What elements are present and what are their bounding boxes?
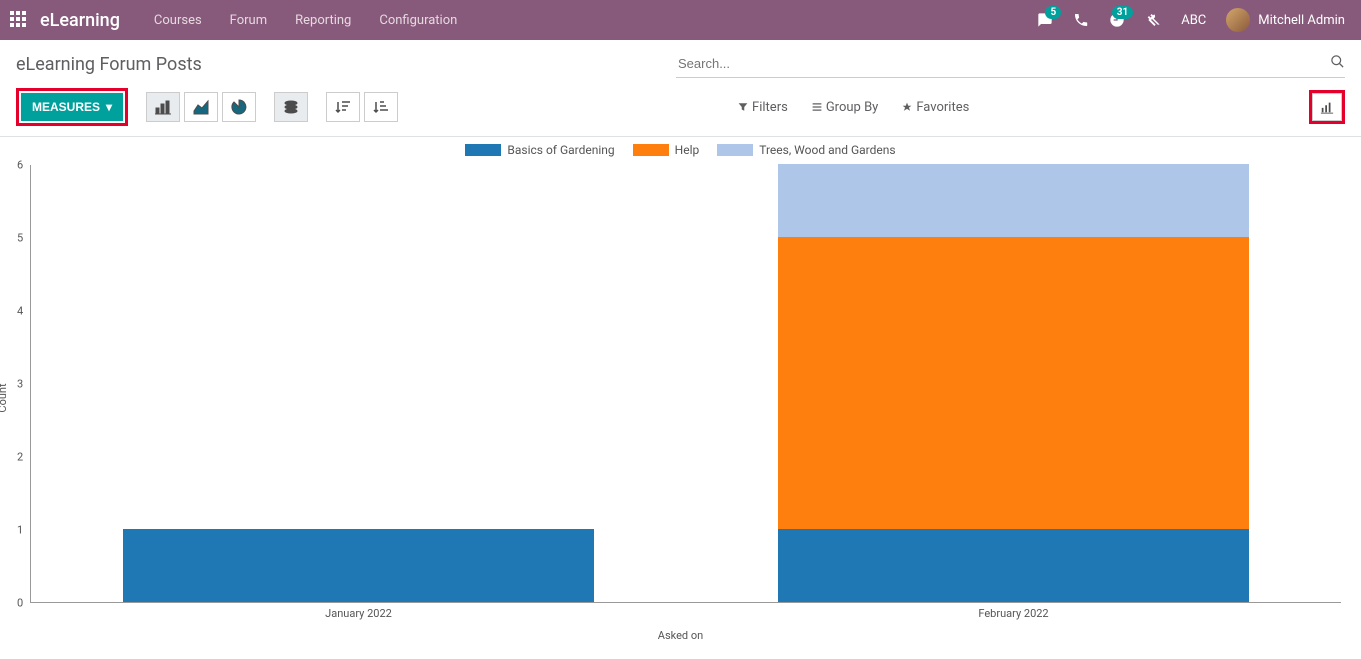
legend-item-1[interactable]: Help [633, 143, 700, 157]
bar-segment[interactable] [123, 529, 595, 602]
chart-area: Basics of Gardening Help Trees, Wood and… [0, 137, 1361, 659]
graph-view-button[interactable] [1312, 93, 1342, 121]
chat-icon[interactable]: 5 [1027, 12, 1063, 28]
phone-icon[interactable] [1063, 12, 1099, 28]
x-tick: February 2022 [978, 607, 1048, 620]
systray-text[interactable]: ABC [1171, 13, 1216, 28]
legend-label-2: Trees, Wood and Gardens [759, 143, 895, 157]
y-tick: 2 [17, 451, 23, 464]
legend-label-1: Help [675, 143, 700, 157]
favorites-button[interactable]: Favorites [902, 100, 969, 115]
groupby-label: Group By [826, 100, 879, 115]
sort-group [322, 92, 398, 122]
brand[interactable]: eLearning [40, 10, 120, 31]
legend: Basics of Gardening Help Trees, Wood and… [0, 143, 1361, 157]
page-title: eLearning Forum Posts [16, 54, 676, 75]
groupby-button[interactable]: Group By [812, 100, 879, 115]
search-options: Filters Group By Favorites [738, 100, 969, 115]
legend-swatch-1 [633, 144, 669, 156]
legend-swatch-0 [465, 144, 501, 156]
y-tick: 6 [17, 159, 23, 172]
navbar: eLearning Courses Forum Reporting Config… [0, 0, 1361, 40]
y-tick: 1 [17, 524, 23, 537]
bar-segment[interactable] [778, 237, 1250, 529]
chat-badge: 5 [1045, 6, 1061, 19]
x-tick: January 2022 [325, 607, 392, 620]
stack-group [270, 92, 308, 122]
y-tick: 0 [17, 597, 23, 610]
caret-down-icon: ▾ [106, 100, 112, 114]
sort-asc-button[interactable] [364, 92, 398, 122]
x-axis-label: Asked on [0, 629, 1361, 642]
legend-item-2[interactable]: Trees, Wood and Gardens [717, 143, 895, 157]
username[interactable]: Mitchell Admin [1258, 13, 1345, 28]
clock-icon[interactable]: 31 [1099, 12, 1135, 28]
pie-chart-button[interactable] [222, 92, 256, 122]
tools-icon[interactable] [1135, 12, 1171, 28]
filters-label: Filters [752, 100, 788, 115]
highlight-measures: Measures ▾ [16, 88, 128, 126]
bar-segment[interactable] [778, 529, 1250, 602]
nav-link-courses[interactable]: Courses [140, 13, 216, 28]
plot: 0123456January 2022February 2022 [30, 165, 1341, 603]
highlight-graph-view [1309, 90, 1345, 124]
measures-button[interactable]: Measures ▾ [21, 93, 123, 121]
stacked-button[interactable] [274, 92, 308, 122]
legend-swatch-2 [717, 144, 753, 156]
y-axis-label: Count [0, 383, 9, 412]
apps-icon[interactable] [10, 11, 28, 29]
filters-button[interactable]: Filters [738, 100, 788, 115]
y-tick: 3 [17, 378, 23, 391]
nav-link-forum[interactable]: Forum [216, 13, 281, 28]
line-chart-button[interactable] [184, 92, 218, 122]
search-icon[interactable] [1330, 54, 1345, 73]
y-tick: 4 [17, 305, 23, 318]
nav-link-reporting[interactable]: Reporting [281, 13, 365, 28]
bar-chart-button[interactable] [146, 92, 180, 122]
search-wrap [676, 50, 1345, 78]
clock-badge: 31 [1112, 6, 1133, 19]
legend-label-0: Basics of Gardening [507, 143, 614, 157]
search-input[interactable] [676, 50, 1345, 77]
chart-type-group [142, 92, 256, 122]
avatar[interactable] [1226, 8, 1250, 32]
favorites-label: Favorites [916, 100, 969, 115]
legend-item-0[interactable]: Basics of Gardening [465, 143, 614, 157]
view-switcher [1309, 90, 1345, 124]
bar-segment[interactable] [778, 164, 1250, 237]
nav-link-configuration[interactable]: Configuration [365, 13, 471, 28]
y-tick: 5 [17, 232, 23, 245]
measures-label: Measures [32, 100, 100, 114]
control-panel: eLearning Forum Posts Measures ▾ [0, 40, 1361, 137]
sort-desc-button[interactable] [326, 92, 360, 122]
